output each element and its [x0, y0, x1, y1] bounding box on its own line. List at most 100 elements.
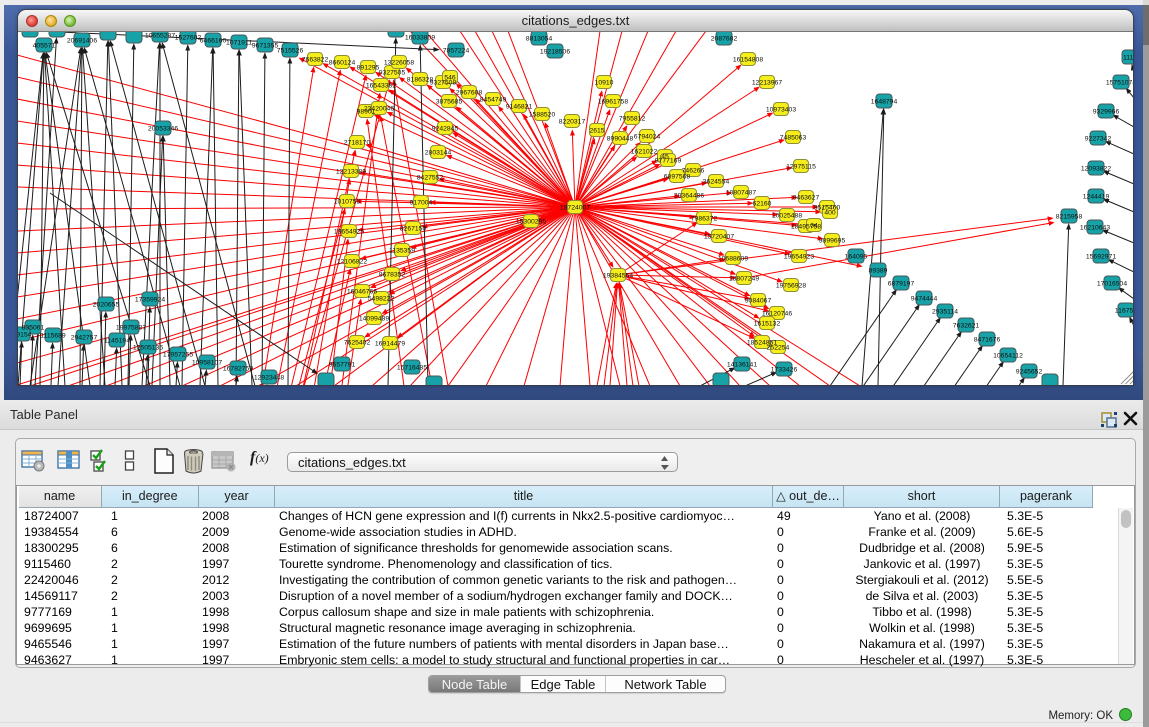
svg-text:2615: 2615 — [589, 127, 604, 134]
svg-text:9777169: 9777169 — [655, 157, 682, 164]
svg-text:9657791: 9657791 — [329, 361, 356, 368]
svg-text:6879197: 6879197 — [888, 280, 915, 287]
svg-text:17957255: 17957255 — [163, 351, 193, 358]
svg-text:3875685: 3875685 — [436, 98, 463, 105]
svg-text:1648794: 1648794 — [871, 98, 898, 105]
svg-text:8186328: 8186328 — [407, 76, 434, 83]
svg-text:9084067: 9084067 — [745, 297, 772, 304]
svg-text:19384554: 19384554 — [603, 272, 633, 279]
svg-text:1115689: 1115689 — [40, 332, 66, 339]
svg-text:2803144: 2803144 — [425, 149, 452, 156]
svg-text:1010755: 1010755 — [334, 198, 361, 205]
svg-text:9474444: 9474444 — [911, 295, 938, 302]
svg-text:12975115: 12975115 — [786, 163, 816, 170]
svg-text:20364486: 20364486 — [674, 192, 704, 199]
svg-text:13226058: 13226058 — [384, 59, 414, 66]
svg-text:12213389: 12213389 — [336, 168, 366, 175]
svg-text:7857224: 7857224 — [443, 47, 470, 54]
svg-text:15300295: 15300295 — [516, 218, 546, 225]
svg-text:12213967: 12213967 — [752, 79, 782, 86]
svg-text:7485063: 7485063 — [780, 134, 807, 141]
svg-text:1135359: 1135359 — [389, 247, 415, 254]
svg-text:405571: 405571 — [33, 42, 56, 49]
svg-text:8215958: 8215958 — [1056, 213, 1083, 220]
svg-text:1588520: 1588520 — [529, 111, 556, 118]
svg-text:1621022: 1621022 — [631, 148, 658, 155]
svg-text:16154808: 16154808 — [733, 56, 763, 63]
svg-text:23420046: 23420046 — [364, 105, 394, 112]
svg-text:8220317: 8220317 — [559, 118, 586, 125]
svg-text:10654112: 10654112 — [993, 352, 1023, 359]
svg-text:20053346: 20053346 — [148, 125, 178, 132]
svg-text:2967608: 2967608 — [456, 89, 483, 96]
svg-text:2020655: 2020655 — [93, 301, 120, 308]
svg-text:9329966: 9329966 — [1093, 108, 1120, 115]
svg-text:19975887: 19975887 — [116, 324, 146, 331]
svg-text:12923448: 12923448 — [254, 374, 284, 381]
svg-text:10688609: 10688609 — [718, 255, 748, 262]
svg-text:7663822: 7663822 — [302, 56, 329, 63]
svg-text:546: 546 — [444, 74, 456, 81]
svg-text:3624554: 3624554 — [703, 178, 730, 185]
svg-text:04: 04 — [810, 222, 818, 229]
svg-text:15751074: 15751074 — [1106, 79, 1133, 86]
svg-text:10655287: 10655287 — [145, 32, 175, 39]
svg-text:14099489: 14099489 — [359, 315, 389, 322]
svg-text:9899695: 9899695 — [819, 237, 846, 244]
svg-text:2935114: 2935114 — [932, 308, 958, 315]
svg-text:1733426: 1733426 — [771, 366, 798, 373]
svg-text:6466160: 6466160 — [200, 37, 227, 44]
svg-text:7955812: 7955812 — [619, 115, 646, 122]
svg-text:10958107: 10958107 — [192, 359, 222, 366]
svg-text:8990448: 8990448 — [607, 135, 634, 142]
svg-text:2718170: 2718170 — [344, 139, 371, 146]
svg-text:7632621: 7632621 — [953, 322, 980, 329]
svg-text:1244419: 1244419 — [1083, 193, 1110, 200]
svg-text:116753: 116753 — [1115, 307, 1133, 314]
svg-text:835061: 835061 — [22, 324, 45, 331]
svg-text:7625402: 7625402 — [344, 339, 371, 346]
svg-text:1117: 1117 — [1123, 54, 1133, 61]
svg-text:8454749: 8454749 — [480, 96, 507, 103]
svg-text:164095: 164095 — [845, 253, 868, 260]
svg-text:16961758: 16961758 — [598, 98, 628, 105]
svg-text:15720407: 15720407 — [704, 233, 734, 240]
svg-text:16033809: 16033809 — [405, 34, 435, 41]
svg-text:19654923: 19654923 — [784, 253, 814, 260]
svg-text:15692971: 15692971 — [1086, 253, 1116, 260]
svg-text:7515526: 7515526 — [277, 47, 304, 54]
svg-text:8660124: 8660124 — [329, 59, 356, 66]
svg-text:917004: 917004 — [410, 199, 433, 206]
svg-text:16914479: 16914479 — [375, 340, 405, 347]
svg-text:12505135: 12505135 — [133, 344, 163, 351]
svg-text:8678352: 8678352 — [379, 271, 406, 278]
svg-text:19218506: 19218506 — [540, 48, 570, 55]
svg-text:8471676: 8471676 — [974, 336, 1001, 343]
svg-text:8427552: 8427552 — [417, 174, 444, 181]
svg-text:19654925: 19654925 — [334, 228, 364, 235]
svg-text:18807249: 18807249 — [729, 275, 759, 282]
svg-text:8267150: 8267150 — [400, 225, 427, 232]
svg-text:891295: 891295 — [357, 64, 380, 71]
svg-text:252254: 252254 — [767, 344, 790, 351]
svg-text:9671355: 9671355 — [252, 42, 279, 49]
svg-text:10807487: 10807487 — [726, 189, 756, 196]
svg-text:5498222: 5498222 — [368, 295, 395, 302]
svg-text:20691406: 20691406 — [67, 37, 97, 44]
svg-text:18724007: 18724007 — [560, 204, 590, 211]
svg-text:10973403: 10973403 — [766, 106, 796, 113]
svg-text:6897568: 6897568 — [664, 173, 691, 180]
svg-text:62160: 62160 — [753, 200, 772, 207]
svg-text:17359924: 17359924 — [135, 296, 165, 303]
svg-text:16543382: 16543382 — [366, 82, 396, 89]
svg-text:2087682: 2087682 — [711, 35, 738, 42]
svg-text:9242845: 9242845 — [432, 125, 459, 132]
svg-text:6794024: 6794024 — [634, 133, 661, 140]
svg-text:1071911: 1071911 — [226, 39, 252, 46]
svg-text:400: 400 — [824, 209, 836, 216]
svg-text:39154: 39154 — [18, 331, 32, 338]
svg-text:1145194: 1145194 — [104, 337, 130, 344]
svg-text:1615132: 1615132 — [754, 320, 781, 327]
svg-text:10025488: 10025488 — [772, 212, 802, 219]
svg-text:16782759: 16782759 — [223, 365, 253, 372]
